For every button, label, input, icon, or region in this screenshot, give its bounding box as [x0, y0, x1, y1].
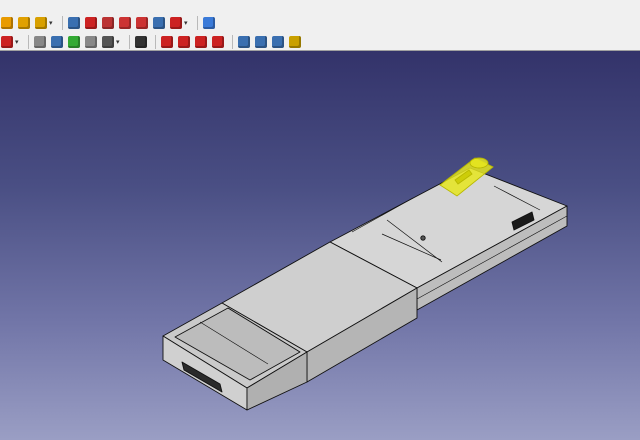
toolbar-separator: [129, 34, 130, 49]
axonometric-icon: [34, 35, 46, 48]
dropdown-arrow-icon[interactable]: ▾: [116, 35, 122, 49]
knob: [420, 235, 426, 241]
extrude-icon: [153, 16, 165, 29]
view-rear-button[interactable]: [211, 35, 225, 49]
view-rear-icon: [212, 35, 224, 48]
revolve-icon: [170, 16, 182, 29]
view-front-icon: [161, 35, 173, 48]
draw-style-icon: [85, 35, 97, 48]
measure-clear-icon: [289, 35, 301, 48]
person-button[interactable]: [50, 35, 64, 49]
common-button[interactable]: [118, 16, 132, 30]
chamfer-button[interactable]: [202, 16, 216, 30]
3d-viewport[interactable]: [0, 51, 640, 440]
bounding-box-icon: [102, 35, 114, 48]
toolbar-separator: [62, 15, 63, 30]
fit-all-icon: [68, 35, 80, 48]
view-right-button[interactable]: [194, 35, 208, 49]
view-button[interactable]: [0, 35, 14, 49]
dropdown-arrow-icon[interactable]: ▾: [49, 16, 55, 30]
view-front-button[interactable]: [160, 35, 174, 49]
attachment-button[interactable]: [17, 16, 31, 30]
person-icon: [51, 35, 63, 48]
cut-icon: [85, 16, 97, 29]
cut-button[interactable]: [84, 16, 98, 30]
measure-linear-button[interactable]: [254, 35, 268, 49]
fuse-button[interactable]: [101, 16, 115, 30]
measure-clear-button[interactable]: [288, 35, 302, 49]
part-box-button[interactable]: [34, 16, 48, 30]
toolbar-separator: [197, 15, 198, 30]
view-top-icon: [178, 35, 190, 48]
revolve-button[interactable]: [169, 16, 183, 30]
whats-this-button[interactable]: [134, 35, 148, 49]
section-icon: [136, 16, 148, 29]
view-right-icon: [195, 35, 207, 48]
attachment-icon: [18, 16, 30, 29]
measure-button[interactable]: [237, 35, 251, 49]
extrude-button[interactable]: [152, 16, 166, 30]
boolean-button[interactable]: [67, 16, 81, 30]
title-strip: [0, 0, 640, 14]
common-icon: [119, 16, 131, 29]
toolbar-separator: [155, 34, 156, 49]
fuse-icon: [102, 16, 114, 29]
axonometric-button[interactable]: [33, 35, 47, 49]
part-toolbar: ▾ ▾: [0, 14, 640, 31]
toolbar-separator: [232, 34, 233, 49]
view-top-button[interactable]: [177, 35, 191, 49]
section-button[interactable]: [135, 16, 149, 30]
view-icon: [1, 35, 13, 48]
boolean-icon: [68, 16, 80, 29]
measure-icon: [238, 35, 250, 48]
fit-all-button[interactable]: [67, 35, 81, 49]
part-box-icon: [35, 16, 47, 29]
toolbar-separator: [28, 34, 29, 49]
measure-linear-icon: [255, 35, 267, 48]
measure-angular-button[interactable]: [271, 35, 285, 49]
dropdown-arrow-icon[interactable]: ▾: [15, 35, 21, 49]
cad-model[interactable]: [0, 51, 640, 440]
draw-style-button[interactable]: [84, 35, 98, 49]
bounding-box-button[interactable]: [101, 35, 115, 49]
measure-angular-icon: [272, 35, 284, 48]
sketch-icon: [1, 16, 13, 29]
sketch-button[interactable]: [0, 16, 14, 30]
dropdown-arrow-icon[interactable]: ▾: [184, 16, 190, 30]
whats-this-icon: [135, 35, 147, 48]
view-toolbar: ▾ ▾: [0, 33, 640, 50]
chamfer-icon: [203, 16, 215, 29]
